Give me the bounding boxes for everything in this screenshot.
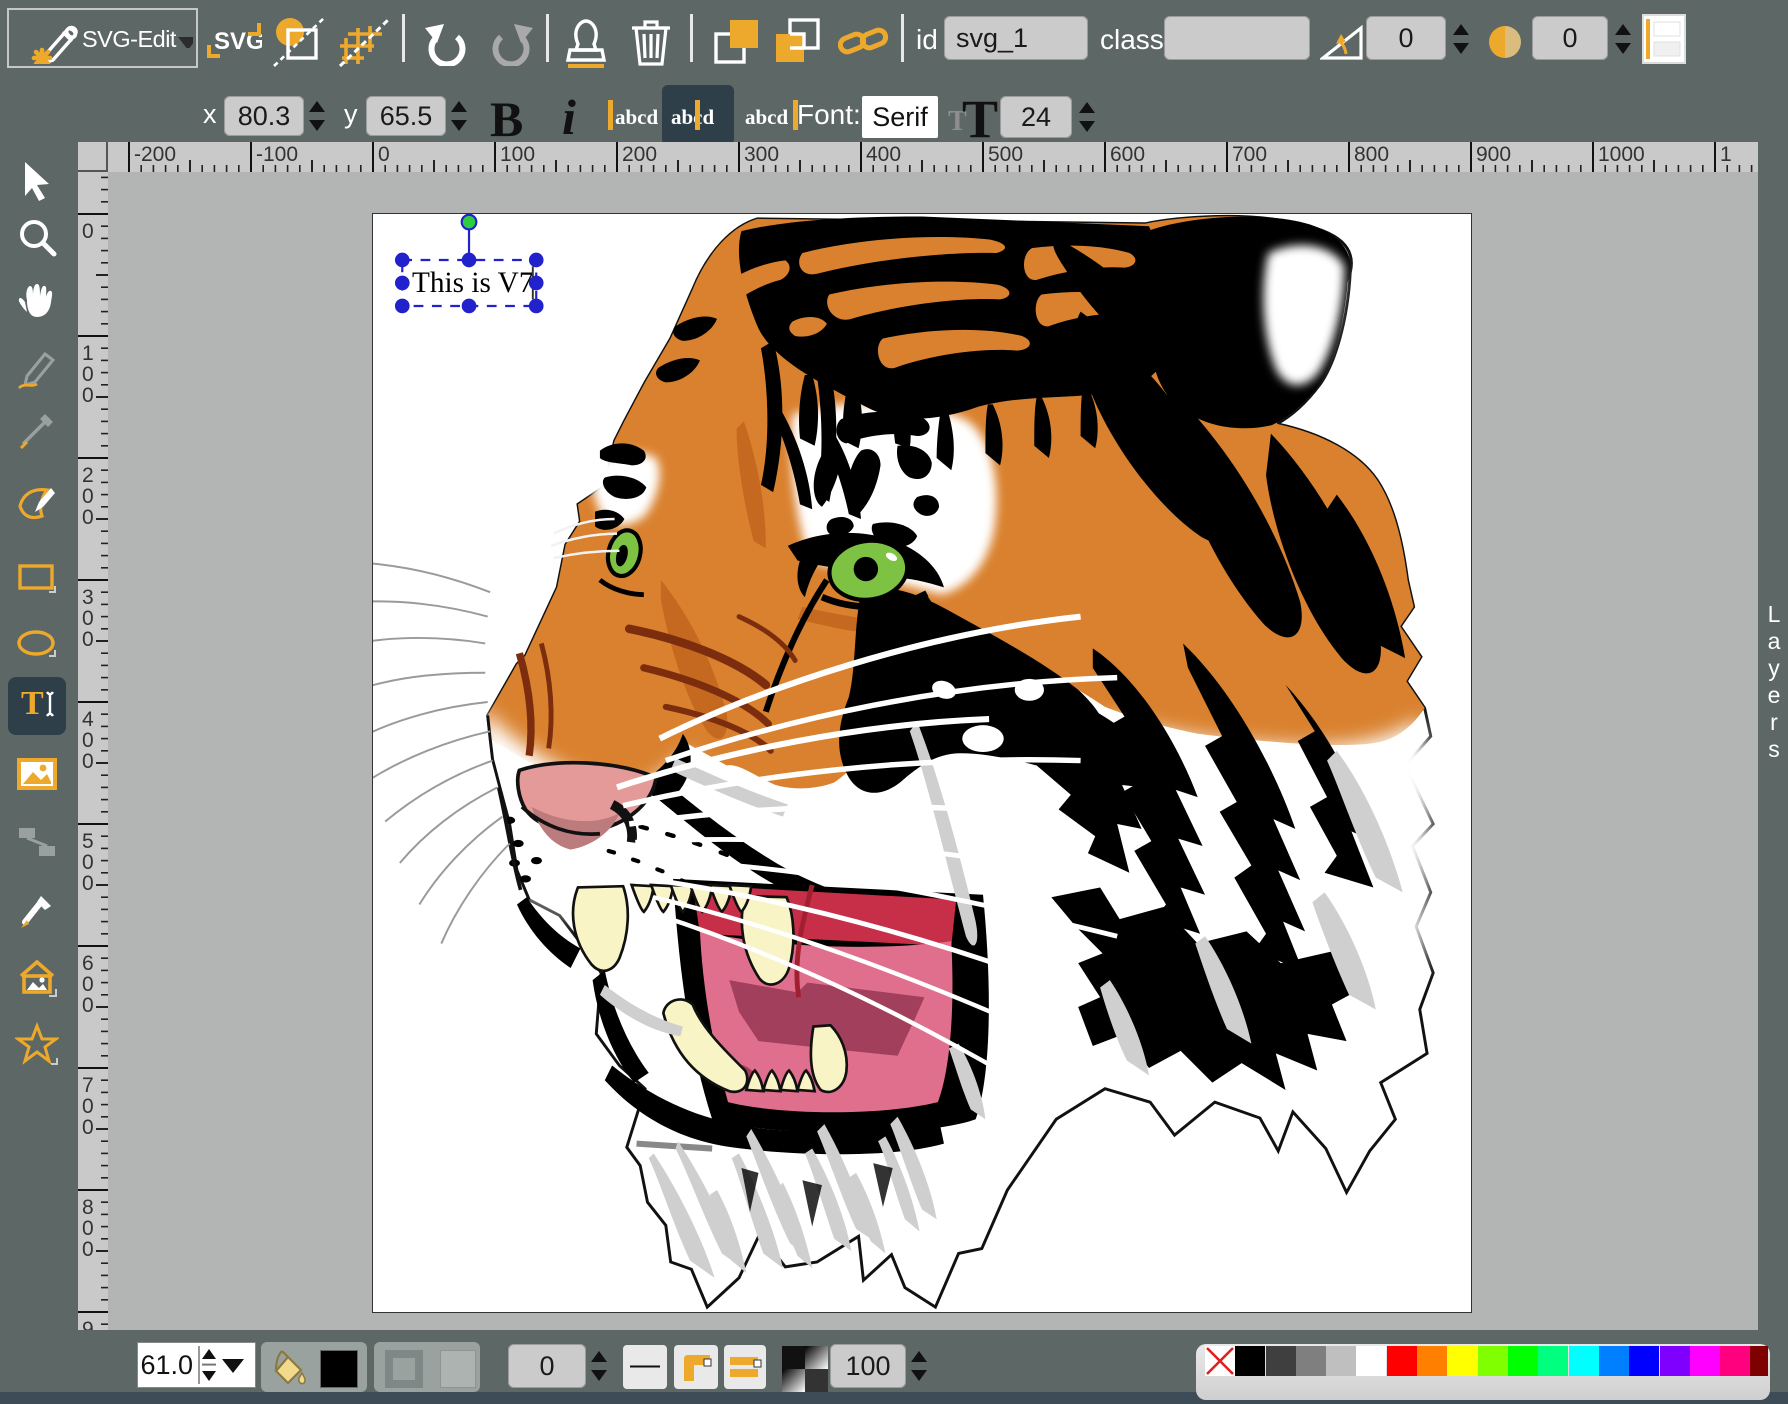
svg-text:-100: -100 [256, 143, 298, 166]
svg-text:-200: -200 [134, 143, 176, 166]
svg-text:abcd: abcd [615, 105, 659, 129]
svg-text:800: 800 [1354, 143, 1389, 166]
svg-text:0: 0 [82, 220, 94, 243]
svg-text:1: 1 [82, 342, 94, 365]
svg-text:0: 0 [82, 607, 94, 630]
svg-text:600: 600 [1110, 143, 1145, 166]
svg-text:2: 2 [82, 464, 94, 487]
svg-text:0: 0 [82, 872, 94, 895]
svg-text:abcd: abcd [671, 105, 715, 129]
svg-text:0: 0 [82, 851, 94, 874]
svg-text:9: 9 [82, 1318, 94, 1330]
svg-text:0: 0 [82, 1095, 94, 1118]
svg-text:0: 0 [378, 143, 390, 166]
svg-text:0: 0 [82, 750, 94, 773]
svg-text:abcd: abcd [745, 105, 789, 129]
svg-text:0: 0 [82, 1217, 94, 1240]
svg-text:6: 6 [82, 952, 94, 975]
svg-text:900: 900 [1476, 143, 1511, 166]
svg-text:8: 8 [82, 1196, 94, 1219]
svg-text:400: 400 [866, 143, 901, 166]
svg-text:300: 300 [744, 143, 779, 166]
svg-text:0: 0 [82, 994, 94, 1017]
svg-text:0: 0 [82, 628, 94, 651]
svg-text:This is V7: This is V7 [412, 267, 533, 299]
svg-text:200: 200 [622, 143, 657, 166]
svg-text:4: 4 [82, 708, 94, 731]
svg-text:5: 5 [82, 830, 94, 853]
svg-text:0: 0 [82, 1238, 94, 1261]
svg-text:T: T [21, 685, 44, 722]
svg-text:0: 0 [82, 485, 94, 508]
svg-text:1: 1 [1720, 143, 1732, 166]
svg-text:7: 7 [82, 1074, 94, 1097]
svg-text:100: 100 [500, 143, 535, 166]
svg-text:0: 0 [82, 384, 94, 407]
svg-text:3: 3 [82, 586, 94, 609]
svg-text:0: 0 [82, 729, 94, 752]
svg-text:500: 500 [988, 143, 1023, 166]
svg-text:0: 0 [82, 973, 94, 996]
svg-text:1000: 1000 [1598, 143, 1645, 166]
svg-text:700: 700 [1232, 143, 1267, 166]
svg-text:0: 0 [82, 506, 94, 529]
svg-text:0: 0 [82, 363, 94, 386]
svg-text:0: 0 [82, 1116, 94, 1139]
